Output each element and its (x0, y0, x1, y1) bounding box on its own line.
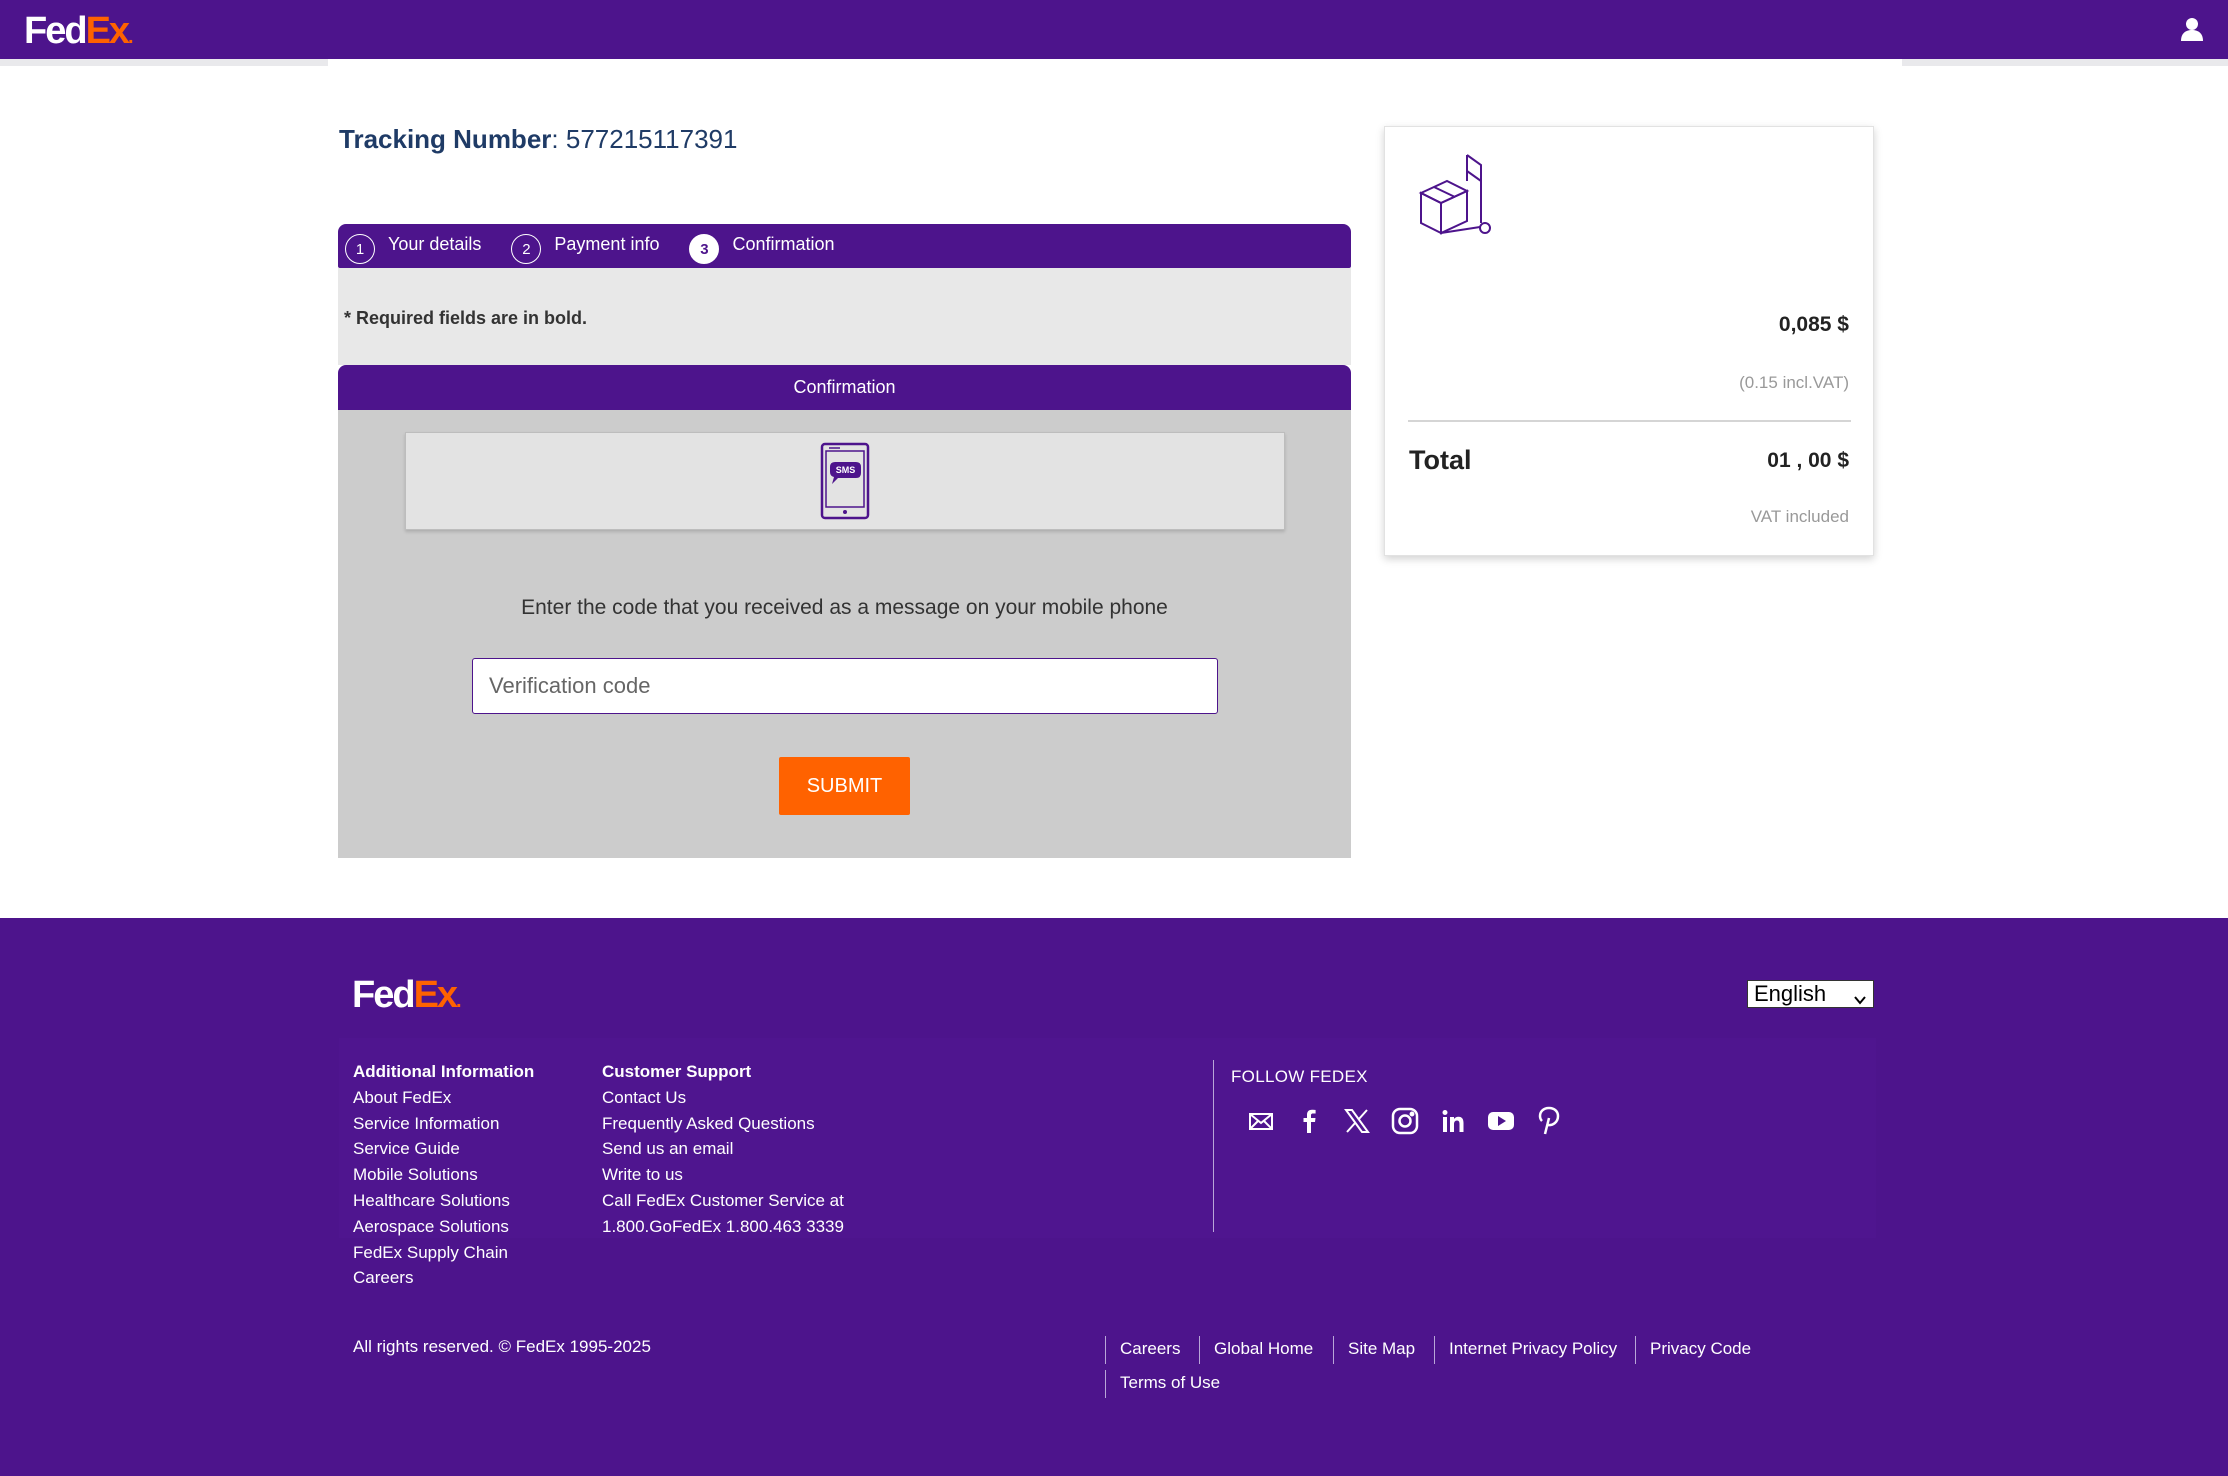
column-heading: Additional Information (353, 1062, 535, 1081)
verification-code-input[interactable] (472, 658, 1218, 714)
required-fields-panel: * Required fields are in bold. (338, 268, 1351, 365)
footer-link-service-guide[interactable]: Service Guide (353, 1136, 534, 1162)
step-label: Confirmation (732, 233, 835, 254)
x-twitter-icon[interactable] (1340, 1104, 1374, 1138)
customer-service-phone[interactable]: 1.800.GoFedEx 1.800.463 3339 (602, 1214, 844, 1240)
follow-fedex-heading: FOLLOW FEDEX (1231, 1067, 1368, 1086)
social-links (1244, 1104, 1566, 1138)
total-label: Total (1409, 445, 1472, 475)
email-icon[interactable] (1244, 1104, 1278, 1138)
footer-link-supply-chain[interactable]: FedEx Supply Chain (353, 1240, 534, 1266)
summary-divider (1408, 420, 1851, 422)
tracking-number: Tracking Number: 577215117391 (339, 124, 738, 154)
fedex-logo[interactable]: FedEx. (24, 10, 133, 53)
tracking-label: Tracking Number (339, 124, 552, 154)
header-shadow-strip (0, 59, 2228, 66)
footer-link-faq[interactable]: Frequently Asked Questions (602, 1111, 844, 1137)
footer-link-mobile-solutions[interactable]: Mobile Solutions (353, 1162, 534, 1188)
footer-links-panel (339, 1038, 1876, 1238)
step-number: 3 (689, 234, 720, 264)
footer-vertical-divider (1213, 1060, 1214, 1232)
footer-link-aerospace-solutions[interactable]: Aerospace Solutions (353, 1214, 534, 1240)
legal-link-site-map[interactable]: Site Map (1333, 1336, 1415, 1364)
youtube-icon[interactable] (1484, 1104, 1518, 1138)
column-heading: Customer Support (602, 1062, 752, 1081)
step-confirmation[interactable]: 3 Confirmation (689, 228, 835, 264)
top-navigation-bar: FedEx. (0, 0, 2228, 59)
copyright-text: All rights reserved. © FedEx 1995-2025 (353, 1337, 651, 1356)
sms-phone-icon: SMS (820, 442, 870, 520)
customer-support-column: Customer Support Contact Us Frequently A… (602, 1059, 844, 1240)
footer-link-service-information[interactable]: Service Information (353, 1111, 534, 1137)
confirmation-header: Confirmation (338, 365, 1351, 410)
package-box-icon (1417, 151, 1495, 243)
footer-link-careers[interactable]: Careers (353, 1265, 534, 1291)
instagram-icon[interactable] (1388, 1104, 1422, 1138)
vat-included-note: VAT included (1750, 507, 1849, 526)
total-value: 01 , 00 $ (1767, 449, 1849, 472)
customer-service-text: Call FedEx Customer Service at (602, 1190, 844, 1210)
checkout-steps: 1 Your details 2 Payment info 3 Confirma… (338, 224, 1351, 268)
vat-note: (0.15 incl.VAT) (1739, 373, 1849, 392)
legal-link-careers[interactable]: Careers (1105, 1336, 1180, 1364)
svg-text:SMS: SMS (836, 465, 856, 475)
pinterest-icon[interactable] (1532, 1104, 1566, 1138)
item-price: 0,085 $ (1778, 313, 1849, 336)
sms-illustration-box: SMS (405, 432, 1285, 530)
linkedin-icon[interactable] (1436, 1104, 1470, 1138)
step-number: 2 (511, 234, 542, 264)
verification-prompt: Enter the code that you received as a me… (521, 596, 1168, 619)
footer-link-write-to-us[interactable]: Write to us (602, 1162, 844, 1188)
step-label: Payment info (554, 233, 660, 254)
legal-link-internet-privacy-policy[interactable]: Internet Privacy Policy (1434, 1336, 1617, 1364)
step-number: 1 (345, 234, 375, 264)
tracking-value: 577215117391 (565, 124, 738, 154)
step-your-details[interactable]: 1 Your details (345, 228, 481, 264)
legal-link-terms-of-use[interactable]: Terms of Use (1105, 1370, 1220, 1398)
submit-button[interactable]: SUBMIT (779, 757, 910, 815)
footer-fedex-logo[interactable]: FedEx. (352, 974, 461, 1017)
facebook-icon[interactable] (1292, 1104, 1326, 1138)
user-icon[interactable] (2180, 16, 2204, 42)
step-label: Your details (388, 233, 482, 254)
required-fields-note: * Required fields are in bold. (344, 308, 588, 328)
footer-link-about[interactable]: About FedEx (353, 1085, 534, 1111)
legal-link-global-home[interactable]: Global Home (1199, 1336, 1313, 1364)
language-select[interactable]: English (1747, 980, 1874, 1008)
chevron-down-icon (1853, 987, 1867, 1005)
confirmation-panel: SMS Enter the code that you received as … (338, 410, 1351, 858)
footer-link-healthcare-solutions[interactable]: Healthcare Solutions (353, 1188, 534, 1214)
additional-information-column: Additional Information About FedEx Servi… (353, 1059, 534, 1291)
order-summary-card: 0,085 $ (0.15 incl.VAT) Total 01 , 00 $ … (1384, 126, 1874, 556)
legal-link-privacy-code[interactable]: Privacy Code (1635, 1336, 1751, 1364)
step-payment-info[interactable]: 2 Payment info (511, 228, 659, 264)
footer-link-send-email[interactable]: Send us an email (602, 1136, 844, 1162)
footer-link-contact-us[interactable]: Contact Us (602, 1085, 844, 1111)
